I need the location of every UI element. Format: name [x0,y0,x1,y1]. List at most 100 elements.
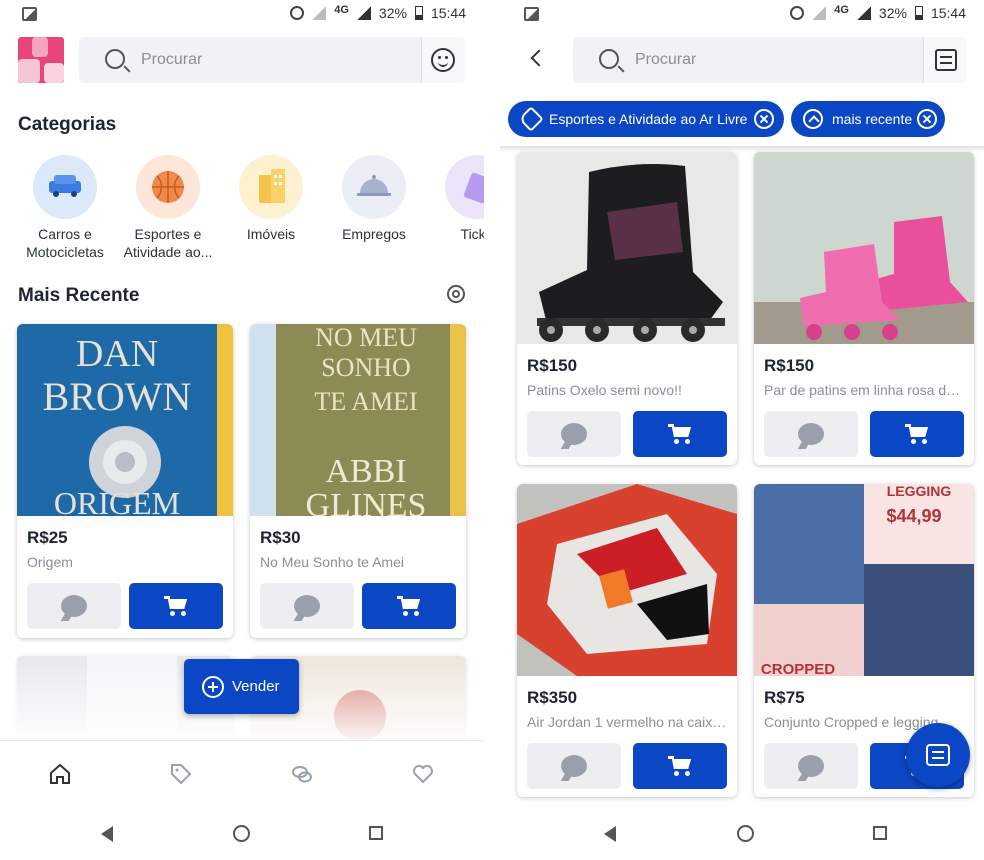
system-home-icon[interactable] [233,825,250,842]
chat-button[interactable] [527,411,621,457]
cart-button[interactable] [362,583,456,629]
system-back-icon[interactable] [101,826,113,842]
search-bar[interactable]: Procurar [79,37,465,83]
chip-label: mais recente [832,111,913,127]
messages-icon[interactable] [291,763,313,785]
listing-title: Patins Oxelo semi novo!! [527,382,682,398]
category-real-estate[interactable]: Imóveis [223,155,319,243]
cart-button[interactable] [129,583,223,629]
chat-button[interactable] [260,583,354,629]
search-placeholder: Procurar [141,51,203,68]
image-notification-icon [22,7,37,21]
system-home-icon[interactable] [737,825,754,842]
close-icon[interactable] [917,109,937,129]
system-recents-icon[interactable] [873,826,887,840]
system-navigation [500,812,984,860]
chat-button[interactable] [27,583,121,629]
listing-photo[interactable] [517,152,737,344]
tag-icon[interactable] [170,763,192,785]
search-placeholder: Procurar [635,51,697,68]
svg-text:CROPPED: CROPPED [761,661,835,676]
sell-button[interactable]: Vender [184,659,299,714]
listing-price: R$350 [527,688,578,707]
chat-bubble-icon [61,595,87,617]
chat-button[interactable] [764,743,858,789]
cell-signal-icon [356,6,371,20]
app-logo[interactable] [18,37,64,83]
filter-button[interactable] [923,37,967,83]
listing-photo[interactable]: LEGGING $44,99 CROPPED [754,484,974,678]
filter-chip-sort[interactable]: mais recente [791,101,945,137]
network-type: 4G [334,4,349,16]
listing-card[interactable]: R$150 Patins Oxelo semi novo!! [517,152,737,465]
battery-percent: 32% [378,5,407,21]
listing-card[interactable]: NO MEU SONHO TE AMEI ABBI GLINES R$30 No… [250,324,466,638]
filter-fab-button[interactable] [906,723,970,787]
battery-percent: 32% [878,5,907,21]
listing-title: Origem [27,554,73,570]
chat-button[interactable] [527,743,621,789]
category-sports[interactable]: Esportes e Atividade ao... [120,155,216,261]
system-back-icon[interactable] [604,826,616,842]
svg-text:BROWN: BROWN [43,374,192,419]
chip-label: Esportes e Atividade ao Ar Livre [549,111,748,127]
filter-chip-category[interactable]: Esportes e Atividade ao Ar Livre [508,101,784,137]
wifi-signal-icon [312,6,327,20]
cart-button[interactable] [633,743,727,789]
back-arrow-icon[interactable] [530,49,548,67]
listing-title: Par de patins em linha rosa da ... [764,382,966,398]
listing-photo[interactable] [517,484,737,676]
tag-icon [518,106,544,132]
category-jobs[interactable]: Empregos [326,155,422,243]
wifi-signal-icon [812,6,827,20]
chat-bubble-icon [294,595,320,617]
profile-button[interactable] [421,37,465,83]
category-label: Esportes e Atividade ao... [123,226,213,260]
listing-photo[interactable]: NO MEU SONHO TE AMEI ABBI GLINES [250,324,466,524]
sell-label: Vender [232,678,280,695]
clock: 15:44 [430,5,466,21]
alarm-icon [790,6,805,20]
svg-text:SONHO: SONHO [321,353,411,382]
cart-button[interactable] [870,411,964,457]
listing-card[interactable]: R$150 Par de patins em linha rosa da ... [754,152,974,465]
listing-card[interactable]: DAN BROWN ORIGEM R$25 Origem [17,324,233,638]
search-bar[interactable]: Procurar [573,37,967,83]
home-icon[interactable] [49,763,71,785]
category-tickets[interactable]: Ticke [429,155,484,243]
chat-bubble-icon [798,423,824,445]
cell-signal-icon [856,6,871,20]
filter-icon [926,744,950,766]
svg-text:ORIGEM: ORIGEM [54,485,180,516]
status-bar: 4G 32% 15:44 [500,0,984,28]
sort-up-icon [803,109,823,129]
settings-gear-icon[interactable] [447,285,465,303]
category-label: Carros e Motocicletas [26,226,104,260]
ticket-icon [445,155,484,219]
system-recents-icon[interactable] [369,826,383,840]
close-icon[interactable] [754,109,774,129]
battery-icon [914,6,923,20]
search-results-screen: 4G 32% 15:44 Procurar Esportes e Ativida… [500,0,984,860]
image-notification-icon [524,7,539,21]
listing-price: R$150 [527,356,578,375]
cart-icon [905,424,929,444]
categories-heading: Categorias [18,114,117,135]
cart-button[interactable] [633,411,727,457]
system-navigation [0,812,484,860]
listing-photo[interactable] [754,152,974,344]
listing-title: No Meu Sonho te Amei [260,554,404,570]
svg-text:TE AMEI: TE AMEI [314,387,417,416]
plus-circle-icon [202,676,224,698]
heart-icon[interactable] [412,763,434,785]
svg-text:LEGGING: LEGGING [887,484,952,499]
category-cars[interactable]: Carros e Motocicletas [17,155,113,261]
chat-button[interactable] [764,411,858,457]
cart-icon [397,596,421,616]
listing-title: Air Jordan 1 vermelho na caixa... [527,714,729,730]
cloche-icon [342,155,406,219]
listing-photo[interactable]: DAN BROWN ORIGEM [17,324,233,521]
svg-text:GLINES: GLINES [306,487,427,516]
listing-card[interactable]: R$350 Air Jordan 1 vermelho na caixa... [517,484,737,797]
listing-price: R$25 [27,528,68,547]
